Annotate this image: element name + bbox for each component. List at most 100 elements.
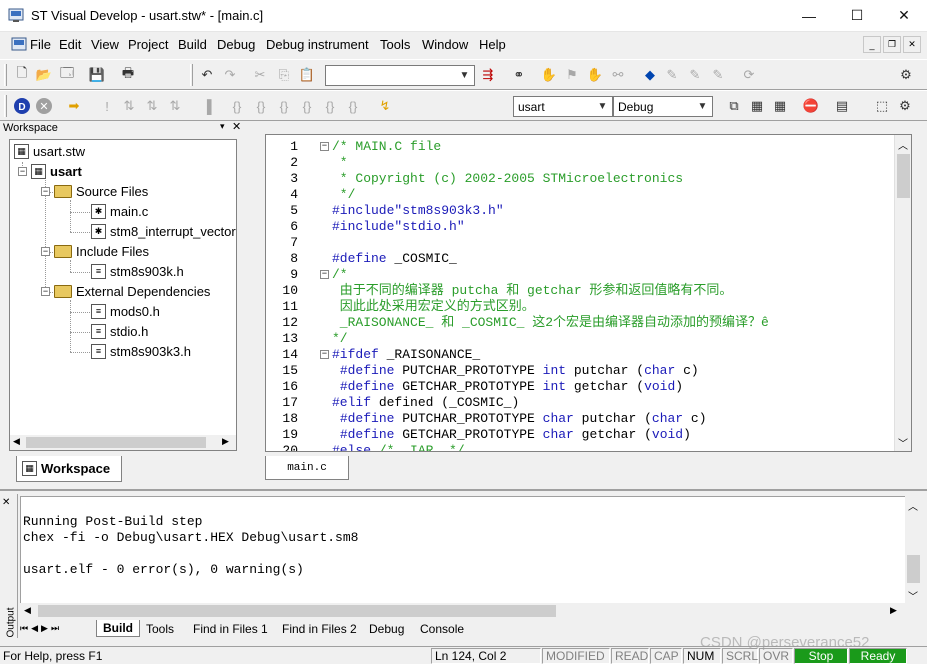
step-icon-3[interactable]: ⇅	[164, 95, 186, 117]
collapse-icon[interactable]: −	[41, 247, 50, 256]
menu-view[interactable]: View	[91, 37, 119, 52]
go-icon[interactable]: ➡	[63, 95, 85, 117]
collapse-icon[interactable]: −	[41, 187, 50, 196]
menu-tools[interactable]: Tools	[380, 37, 410, 52]
build-icon[interactable]: ▦	[746, 95, 768, 117]
binoculars-icon[interactable]: ⚭	[508, 64, 530, 86]
first-tab-icon[interactable]: ⏮	[20, 623, 28, 634]
menu-project[interactable]: Project	[128, 37, 168, 52]
step-over-icon[interactable]: {}	[250, 95, 272, 117]
paste-icon[interactable]: 📋	[296, 64, 318, 86]
fold-icon[interactable]: −	[320, 350, 329, 359]
window-arrange-icon[interactable]: ⬚	[871, 95, 893, 117]
menu-help[interactable]: Help	[479, 37, 506, 52]
undo-icon[interactable]: ↶	[196, 64, 218, 86]
new-window-icon[interactable]: 🗔	[56, 64, 78, 86]
output-tab-find1[interactable]: Find in Files 1	[187, 620, 274, 637]
scroll-down-icon[interactable]: ﹀	[908, 588, 918, 603]
output-vscroll[interactable]: ︿ ﹀	[905, 496, 922, 604]
editor-vscroll[interactable]: ︿ ﹀	[894, 135, 911, 451]
reset-icon[interactable]: ▐	[196, 95, 218, 117]
cut-icon[interactable]: ✂	[249, 64, 271, 86]
indent-icon[interactable]: ◆	[639, 64, 661, 86]
close-button[interactable]: ✕	[881, 0, 927, 31]
pin-icon[interactable]: ▾	[220, 121, 225, 132]
tree-folder-include[interactable]: − Include Files	[41, 244, 149, 259]
scroll-left-icon[interactable]: ◀	[13, 436, 20, 447]
scroll-thumb[interactable]	[26, 437, 206, 448]
tree-folder-external[interactable]: − External Dependencies	[41, 284, 210, 299]
tree-file[interactable]: ≡ stdio.h	[91, 324, 148, 339]
project-combo[interactable]: usart ▼	[513, 96, 613, 117]
output-text[interactable]: Running Post-Build step chex -fi -o Debug…	[20, 496, 906, 604]
tree-hscroll[interactable]: ◀ ▶	[10, 435, 236, 450]
programmer-icon[interactable]: ▤	[831, 95, 853, 117]
hand-icon[interactable]: ✋	[538, 64, 560, 86]
scroll-right-icon[interactable]: ▶	[890, 605, 897, 616]
output-tab-tools[interactable]: Tools	[140, 620, 180, 637]
bookmark-icon[interactable]: ⚑	[561, 64, 583, 86]
output-close-icon[interactable]: ✕	[2, 497, 10, 508]
prev-tab-icon[interactable]: ◀	[31, 623, 38, 634]
menu-window[interactable]: Window	[422, 37, 468, 52]
tree-file[interactable]: ✱ main.c	[91, 204, 148, 219]
menu-edit[interactable]: Edit	[59, 37, 81, 52]
editor-tab-main-c[interactable]: main.c	[265, 456, 349, 480]
mdi-minimize-button[interactable]: _	[863, 36, 881, 53]
run-to-cursor-icon[interactable]: {}	[296, 95, 318, 117]
next-tab-icon[interactable]: ▶	[41, 623, 48, 634]
fold-icon[interactable]: −	[320, 270, 329, 279]
asm-step-icon[interactable]: {}	[319, 95, 341, 117]
step-icon-2[interactable]: ⇅	[141, 95, 163, 117]
menu-debug-instrument[interactable]: Debug instrument	[266, 37, 369, 52]
scroll-thumb[interactable]	[907, 555, 920, 583]
stop-debug-icon[interactable]: ✕	[33, 95, 55, 117]
next-indent-icon[interactable]: ✎	[661, 64, 683, 86]
debug-start-icon[interactable]: D	[11, 95, 33, 117]
toggle-bookmark-icon[interactable]: ✋	[584, 64, 606, 86]
open-file-icon[interactable]: 📂	[33, 64, 55, 86]
output-tab-debug[interactable]: Debug	[363, 620, 410, 637]
last-tab-icon[interactable]: ⏭	[51, 623, 59, 634]
scroll-down-icon[interactable]: ﹀	[898, 435, 908, 450]
prev-indent-icon[interactable]: ✎	[684, 64, 706, 86]
tile-icon[interactable]: ⚙	[894, 95, 916, 117]
refresh-icon[interactable]: ⟳	[738, 64, 760, 86]
collapse-icon[interactable]: −	[18, 167, 27, 176]
mdi-restore-button[interactable]: ❐	[883, 36, 901, 53]
asm-step-over-icon[interactable]: {}	[342, 95, 364, 117]
save-icon[interactable]: 💾	[86, 64, 108, 86]
tree-project[interactable]: − ▦ usart	[18, 164, 82, 179]
tree-file[interactable]: ✱ stm8_interrupt_vector	[91, 224, 236, 239]
output-hscroll[interactable]: ◀ ▶	[20, 603, 906, 619]
output-tab-console[interactable]: Console	[414, 620, 470, 637]
print-icon[interactable]: 🖶	[117, 64, 139, 86]
tool-settings-icon[interactable]: ⚙	[895, 64, 917, 86]
new-file-icon[interactable]: 🗋	[11, 64, 33, 86]
code-editor[interactable]: 1−/* MAIN.C file 2 * 3 * Copyright (c) 200…	[265, 134, 912, 452]
config-combo[interactable]: Debug ▼	[613, 96, 713, 117]
tree-file[interactable]: ≡ stm8s903k3.h	[91, 344, 191, 359]
workspace-tab[interactable]: ▦ Workspace	[16, 456, 122, 482]
output-tab-find2[interactable]: Find in Files 2	[276, 620, 363, 637]
step-into-icon[interactable]: {}	[226, 95, 248, 117]
maximize-button[interactable]: ☐	[834, 0, 880, 31]
menu-file[interactable]: File	[30, 37, 51, 52]
copy-icon[interactable]: ⎘	[273, 64, 295, 86]
tree-root[interactable]: ▦ usart.stw	[14, 144, 85, 159]
mdi-close-button[interactable]: ✕	[903, 36, 921, 53]
collapse-icon[interactable]: −	[41, 287, 50, 296]
scroll-right-icon[interactable]: ▶	[222, 436, 229, 447]
scroll-up-icon[interactable]: ︿	[898, 137, 908, 152]
compile-icon[interactable]: ⧉	[723, 95, 745, 117]
tree-folder-source[interactable]: − Source Files	[41, 184, 148, 199]
clear-bookmarks-icon[interactable]: ⚯	[607, 64, 629, 86]
workspace-close-icon[interactable]: ✕	[232, 120, 241, 133]
scroll-up-icon[interactable]: ︿	[908, 498, 918, 513]
clear-indent-icon[interactable]: ✎	[707, 64, 729, 86]
redo-icon[interactable]: ↷	[219, 64, 241, 86]
minimize-button[interactable]: —	[786, 0, 832, 31]
find-combo[interactable]: ▼	[325, 65, 475, 86]
menu-debug[interactable]: Debug	[217, 37, 255, 52]
scroll-left-icon[interactable]: ◀	[24, 605, 31, 616]
